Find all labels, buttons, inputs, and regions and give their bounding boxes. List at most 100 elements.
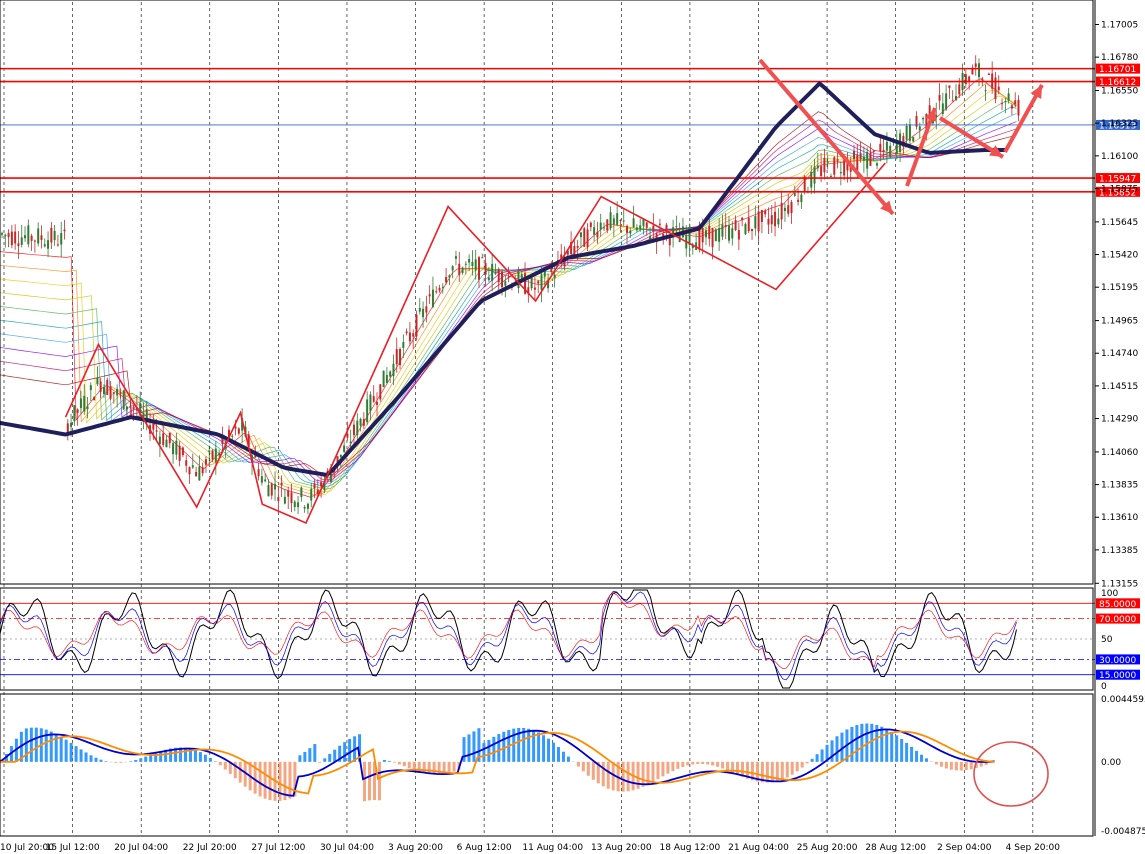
x-tick-label: 27 Jul 12:00 bbox=[251, 843, 305, 853]
candle-body bbox=[711, 228, 714, 248]
candle-body bbox=[297, 502, 300, 508]
x-tick-label: 3 Aug 20:00 bbox=[388, 843, 443, 853]
candle-body bbox=[602, 227, 605, 229]
macd-hist-bar bbox=[830, 740, 834, 762]
candle-body bbox=[86, 406, 89, 410]
macd-hist-bar bbox=[910, 746, 914, 762]
candle-body bbox=[405, 331, 408, 334]
candle-body bbox=[116, 388, 119, 396]
y-tick-label: 1.14965 bbox=[1101, 317, 1138, 327]
candle-body bbox=[231, 435, 234, 437]
macd-hist-bar bbox=[542, 735, 546, 762]
candle-body bbox=[599, 222, 602, 230]
candle-body bbox=[60, 233, 63, 245]
candle-body bbox=[33, 240, 36, 242]
y-tick-label: 1.15645 bbox=[1101, 218, 1138, 228]
macd-hist-bar bbox=[651, 761, 655, 782]
candle-body bbox=[596, 231, 599, 238]
candle-body bbox=[494, 272, 497, 274]
candle-body bbox=[96, 377, 99, 385]
candle-body bbox=[783, 207, 786, 211]
candle-body bbox=[777, 218, 780, 225]
macd-hist-bar bbox=[905, 742, 909, 762]
candle-body bbox=[698, 230, 701, 250]
candle-body bbox=[408, 332, 411, 342]
macd-hist-bar bbox=[641, 761, 645, 787]
candle-body bbox=[908, 124, 911, 141]
candle-body bbox=[283, 496, 286, 504]
candle-body bbox=[862, 156, 865, 161]
candle-body bbox=[389, 371, 392, 377]
macd-hist-bar bbox=[920, 754, 924, 762]
x-tick-label: 6 Aug 12:00 bbox=[457, 843, 512, 853]
macd-hist-bar bbox=[288, 761, 292, 799]
candle-body bbox=[310, 488, 313, 501]
candle-body bbox=[168, 432, 171, 444]
candle-body bbox=[385, 375, 388, 383]
macd-hist-bar bbox=[949, 761, 953, 770]
x-tick-label: 18 Aug 12:00 bbox=[660, 843, 721, 853]
candle-body bbox=[47, 240, 50, 249]
candle-body bbox=[106, 379, 109, 395]
y-tick-label: 1.13835 bbox=[1101, 481, 1138, 491]
candle-body bbox=[119, 391, 122, 394]
osc-level-label: 30.0000 bbox=[1099, 656, 1136, 666]
candle-body bbox=[158, 436, 161, 445]
macd-hist-bar bbox=[218, 761, 222, 766]
x-tick-label: 4 Sep 20:00 bbox=[1006, 843, 1061, 853]
macd-hist-bar bbox=[661, 761, 665, 777]
candle-body bbox=[372, 396, 375, 402]
candle-body bbox=[155, 430, 158, 432]
y-tick-label: 1.15875 bbox=[1101, 185, 1138, 195]
macd-hist-bar bbox=[939, 761, 943, 767]
candle-body bbox=[731, 228, 734, 239]
macd-hist-bar bbox=[815, 754, 819, 762]
y-tick-label: 1.13385 bbox=[1101, 546, 1138, 556]
x-tick-label: 22 Jul 20:00 bbox=[183, 843, 237, 853]
candle-body bbox=[797, 199, 800, 202]
candle-body bbox=[306, 503, 309, 509]
macd-hist-bar bbox=[198, 752, 202, 762]
macd-hist-bar bbox=[203, 754, 207, 762]
macd-hist-bar bbox=[711, 761, 715, 766]
candle-body bbox=[764, 210, 767, 215]
candle-body bbox=[329, 473, 332, 483]
macd-hist-bar bbox=[726, 761, 730, 771]
macd-hist-bar bbox=[527, 728, 531, 762]
osc-level-label: 15.0000 bbox=[1099, 671, 1136, 681]
y-tick-label: 1.13610 bbox=[1101, 513, 1138, 523]
macd-hist-bar bbox=[104, 761, 108, 762]
candle-body bbox=[843, 160, 846, 176]
candle-body bbox=[431, 289, 434, 307]
macd-hist-bar bbox=[34, 727, 38, 762]
candle-body bbox=[188, 467, 191, 475]
candle-body bbox=[882, 149, 885, 152]
y-tick-label: 1.14060 bbox=[1101, 448, 1138, 458]
candle-body bbox=[491, 263, 494, 281]
candle-body bbox=[7, 232, 10, 238]
macd-hist-bar bbox=[377, 761, 381, 801]
macd-hist-bar bbox=[144, 756, 148, 762]
macd-hist-bar bbox=[537, 732, 541, 762]
candle-body bbox=[366, 399, 369, 423]
candle-body bbox=[714, 229, 717, 242]
osc-tick-label: 100 bbox=[1101, 589, 1118, 599]
candle-body bbox=[1017, 99, 1020, 116]
candle-body bbox=[583, 228, 586, 247]
candle-body bbox=[93, 397, 96, 401]
candle-body bbox=[63, 229, 66, 232]
macd-hist-bar bbox=[94, 757, 98, 762]
candle-body bbox=[102, 387, 105, 395]
candle-body bbox=[612, 218, 615, 225]
candle-body bbox=[951, 100, 954, 102]
candle-body bbox=[277, 497, 280, 501]
candle-body bbox=[14, 231, 17, 244]
macd-hist-bar bbox=[706, 761, 710, 765]
macd-hist-bar bbox=[223, 761, 227, 770]
candle-body bbox=[774, 211, 777, 227]
candle-body bbox=[201, 467, 204, 474]
candle-body bbox=[83, 395, 86, 412]
candle-body bbox=[724, 225, 727, 227]
candle-body bbox=[622, 220, 625, 222]
candle-body bbox=[553, 274, 556, 279]
